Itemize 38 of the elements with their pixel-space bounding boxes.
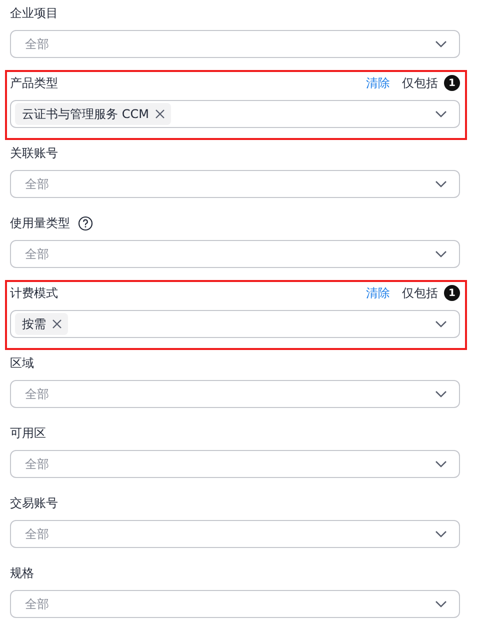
select-field[interactable]: 云证书与管理服务 CCM	[10, 100, 460, 128]
chevron-down-icon	[435, 320, 447, 328]
count-badge: 1	[444, 285, 460, 301]
field-label: 企业项目	[10, 4, 58, 22]
select-field[interactable]: 全部	[10, 520, 460, 548]
count-badge: 1	[444, 75, 460, 91]
include-label: 仅包括	[402, 284, 438, 302]
select-field[interactable]: 按需	[10, 310, 460, 338]
chevron-down-icon	[435, 180, 447, 188]
chevron-down-icon	[435, 530, 447, 538]
chevron-down-icon	[435, 40, 447, 48]
select-field[interactable]: 全部	[10, 170, 460, 198]
field-label: 规格	[10, 564, 34, 582]
field-label: 交易账号	[10, 494, 58, 512]
chevron-down-icon	[435, 390, 447, 398]
clear-link[interactable]: 清除	[366, 284, 390, 302]
help-icon[interactable]	[78, 216, 93, 230]
select-field[interactable]: 全部	[10, 450, 460, 478]
field-label: 计费模式	[10, 284, 58, 302]
field-label: 可用区	[10, 424, 46, 442]
tag-text: 云证书与管理服务 CCM	[22, 106, 149, 122]
field-label: 区域	[10, 354, 34, 372]
chevron-down-icon	[435, 460, 447, 468]
clear-link[interactable]: 清除	[366, 74, 390, 92]
chevron-down-icon	[435, 600, 447, 608]
close-icon[interactable]	[154, 109, 165, 119]
chevron-down-icon	[435, 250, 447, 258]
include-label: 仅包括	[402, 74, 438, 92]
field-label: 产品类型	[10, 74, 58, 92]
field-label: 使用量类型	[10, 214, 70, 232]
chevron-down-icon	[435, 110, 447, 118]
select-field[interactable]: 全部	[10, 380, 460, 408]
select-field[interactable]: 全部	[10, 590, 460, 618]
tag-text: 按需	[22, 316, 46, 332]
select-field[interactable]: 全部	[10, 240, 460, 268]
select-field[interactable]: 全部	[10, 30, 460, 58]
field-label: 关联账号	[10, 144, 58, 162]
close-icon[interactable]	[52, 319, 62, 329]
